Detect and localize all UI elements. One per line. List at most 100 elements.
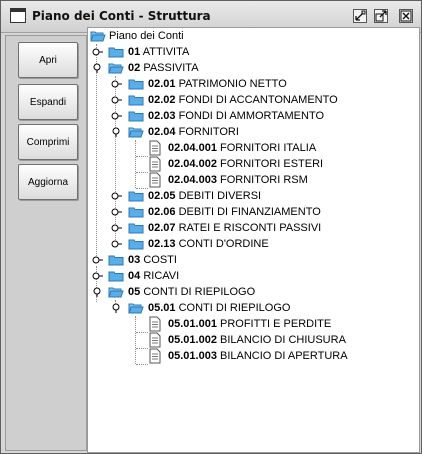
tree-leaf-02-04-003[interactable]: 02.04.003 FORNITORI RSM [88,172,408,188]
node-code: 02.02 [148,94,176,106]
document-icon [149,140,161,156]
window-icon [10,8,26,23]
node-code: 05 [128,286,141,298]
tree-node-04[interactable]: 04 RICAVI [88,268,408,284]
tree-node-02-02[interactable]: 02.02 FONDI DI ACCANTONAMENTO [88,92,408,108]
node-name: BILANCIO DI APERTURA [220,350,348,362]
tree-node-03[interactable]: 03 COSTI [88,252,408,268]
document-icon [149,172,161,188]
tree-node-02[interactable]: 02 PASSIVITA [88,60,408,76]
node-code: 05.01.003 [168,350,217,362]
folder-icon [128,95,144,106]
iconify-icon[interactable] [353,9,367,23]
node-name: RICAVI [143,270,180,282]
tree-node-05[interactable]: 05 CONTI DI RIEPILOGO [88,284,408,300]
expand-toggle-icon[interactable] [111,191,123,201]
node-name: FONDI DI AMMORTAMENTO [178,110,325,122]
folder-icon [128,207,144,218]
tree-leaf-02-04-001[interactable]: 02.04.001 FORNITORI ITALIA [88,140,408,156]
tree-node-02-13[interactable]: 02.13 CONTI D'ORDINE [88,236,408,252]
node-name: FORNITORI RSM [220,174,308,186]
node-name: PATRIMONIO NETTO [178,78,287,90]
node-name: CONTI DI RIEPILOGO [143,286,256,298]
folder-icon [128,79,144,90]
node-code: 05.01.002 [168,334,217,346]
node-name: RATEI E RISCONTI PASSIVI [178,222,322,234]
tree-node-02-05[interactable]: 02.05 DEBITI DIVERSI [88,188,408,204]
node-name: FONDI DI ACCANTONAMENTO [178,94,338,106]
node-code: 02.03 [148,110,176,122]
document-icon [149,332,161,348]
document-icon [149,156,161,172]
expand-toggle-icon[interactable] [92,255,104,265]
node-code: 02.04.001 [168,142,217,154]
tree-leaf-05-01-002[interactable]: 05.01.002 BILANCIO DI CHIUSURA [88,332,408,348]
tree-node-02-03[interactable]: 02.03 FONDI DI AMMORTAMENTO [88,108,408,124]
node-code: 01 [128,46,141,58]
expand-toggle-icon[interactable] [111,79,123,89]
collapse-button[interactable]: Comprimi [18,124,78,160]
node-name: DEBITI DI FINANZIAMENTO [178,206,321,218]
open-button[interactable]: Apri [18,42,78,78]
tree-node-05-01[interactable]: 05.01 CONTI DI RIEPILOGO [88,300,408,316]
folder-icon [108,47,124,58]
node-name: COSTI [143,254,177,266]
collapse-toggle-icon[interactable] [92,63,104,73]
expand-toggle-icon[interactable] [111,239,123,249]
folder-open-icon [128,303,144,314]
expand-toggle-icon[interactable] [111,111,123,121]
tree-view[interactable]: Piano dei Conti 01 ATTIVITA 02 PASSIVITA… [87,27,420,453]
node-name: BILANCIO DI CHIUSURA [220,334,346,346]
expand-toggle-icon[interactable] [111,207,123,217]
document-icon [149,316,161,332]
node-code: 02 [128,62,141,74]
collapse-toggle-icon[interactable] [111,303,123,313]
tree-node-01[interactable]: 01 ATTIVITA [88,44,408,60]
refresh-button[interactable]: Aggiorna [18,164,78,200]
folder-open-icon [90,31,106,42]
node-code: 05.01.001 [168,318,217,330]
node-name: DEBITI DIVERSI [178,190,262,202]
collapse-toggle-icon[interactable] [92,287,104,297]
node-code: 02.05 [148,190,176,202]
tree-node-02-01[interactable]: 02.01 PATRIMONIO NETTO [88,76,408,92]
tree-leaf-05-01-001[interactable]: 05.01.001 PROFITTI E PERDITE [88,316,408,332]
maximize-icon[interactable] [374,9,388,23]
close-icon[interactable] [399,9,413,23]
folder-icon [108,255,124,266]
collapse-toggle-icon[interactable] [111,127,123,137]
folder-icon [128,191,144,202]
node-name: CONTI DI RIEPILOGO [178,302,291,314]
folder-open-icon [108,287,124,298]
tree-node-02-07[interactable]: 02.07 RATEI E RISCONTI PASSIVI [88,220,408,236]
node-code: 05.01 [148,302,176,314]
folder-open-icon [128,127,144,138]
node-code: 02.04.002 [168,158,217,170]
expand-button[interactable]: Espandi [18,84,78,120]
node-name: PROFITTI E PERDITE [220,318,332,330]
expand-toggle-icon[interactable] [92,47,104,57]
node-name: PASSIVITA [143,62,199,74]
tree-node-02-06[interactable]: 02.06 DEBITI DI FINANZIAMENTO [88,204,408,220]
node-name: CONTI D'ORDINE [178,238,269,250]
node-code: 02.04 [148,126,176,138]
tree-connector [136,364,148,365]
node-name: FORNITORI ITALIA [220,142,317,154]
tree-leaf-05-01-003[interactable]: 05.01.003 BILANCIO DI APERTURA [88,348,408,364]
internal-frame: Piano dei Conti - Struttura Apri Espandi… [0,0,422,454]
node-code: 02.06 [148,206,176,218]
folder-open-icon [108,63,124,74]
tree-leaf-02-04-002[interactable]: 02.04.002 FORNITORI ESTERI [88,156,408,172]
node-code: 02.01 [148,78,176,90]
node-code: 02.13 [148,238,176,250]
node-name: ATTIVITA [142,46,190,58]
document-icon [149,348,161,364]
tree-node-02-04[interactable]: 02.04 FORNITORI [88,124,408,140]
folder-icon [128,239,144,250]
tree-root[interactable]: Piano dei Conti [88,28,408,44]
expand-toggle-icon[interactable] [111,95,123,105]
expand-toggle-icon[interactable] [92,271,104,281]
folder-icon [108,271,124,282]
button-panel: Apri Espandi Comprimi Aggiorna [5,35,87,451]
expand-toggle-icon[interactable] [111,223,123,233]
